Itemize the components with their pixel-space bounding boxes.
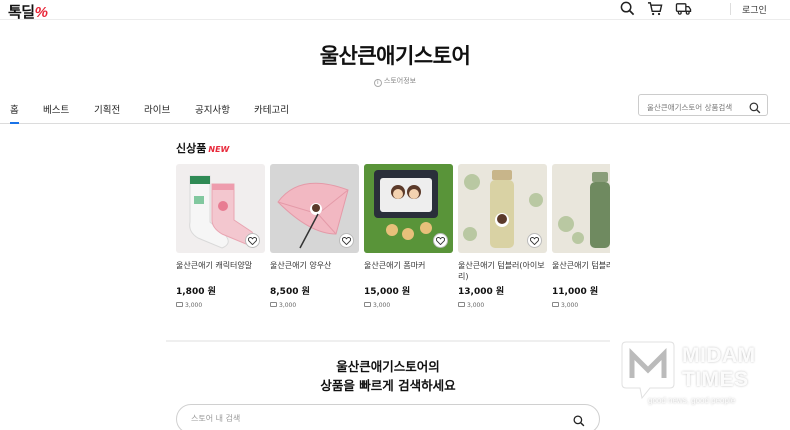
shipping-fee: 3,000 xyxy=(279,302,297,309)
wishlist-heart-icon[interactable] xyxy=(339,233,354,248)
watermark-tagline: good news, good people xyxy=(648,396,736,405)
store-info-label: 스토어정보 xyxy=(383,77,417,85)
search-icon[interactable] xyxy=(749,99,761,118)
product-card[interactable]: 울산큰애기 텀블러 11,000 원 3,000 xyxy=(552,164,610,309)
header-divider xyxy=(730,3,731,15)
wishlist-heart-icon[interactable] xyxy=(433,233,448,248)
product-price: 11,000 원 xyxy=(552,287,599,297)
product-card[interactable]: 울산큰애기 텀블러(아이보리) 13,000 원 3,000 xyxy=(458,164,547,309)
shipping-fee: 3,000 xyxy=(467,302,485,309)
search-heading-line2: 상품을 빠르게 검색하세요 xyxy=(320,378,456,393)
store-search-input[interactable] xyxy=(639,97,747,118)
watermark-line1: MIDAM xyxy=(682,344,756,367)
new-badge: NEW xyxy=(208,145,230,154)
watermark: MIDAM TIMES good news, good people xyxy=(620,338,790,412)
product-image-socks[interactable] xyxy=(176,164,265,253)
product-name[interactable]: 울산큰애기 양우산 xyxy=(270,260,359,282)
shipping-truck-icon xyxy=(552,302,559,307)
shipping-fee: 3,000 xyxy=(561,302,579,309)
store-title: 울산큰애기스토어 xyxy=(319,44,471,68)
new-products-label: 신상품 xyxy=(176,142,207,155)
product-price: 1,800 원 xyxy=(176,287,216,297)
product-card[interactable]: 울산큰애기 양우산 8,500 원 3,000 xyxy=(270,164,359,309)
store-info-link[interactable]: i 스토어정보 xyxy=(0,76,790,87)
in-store-search-box xyxy=(176,404,600,430)
product-shipping: 3,000 xyxy=(364,302,453,309)
product-name[interactable]: 울산큰애기 텀블러 xyxy=(552,260,610,282)
shipping-fee: 3,000 xyxy=(373,302,391,309)
product-card[interactable]: 울산큰애기 캐릭터양말 1,800 원 3,000 xyxy=(176,164,265,309)
product-image-pin-set[interactable] xyxy=(364,164,453,253)
info-icon: i xyxy=(373,79,382,87)
wishlist-heart-icon[interactable] xyxy=(245,233,260,248)
tab-notice[interactable]: 공지사항 xyxy=(195,102,230,124)
delivery-truck-icon[interactable] xyxy=(675,1,692,16)
tab-live[interactable]: 라이브 xyxy=(144,102,170,124)
tab-home[interactable]: 홈 xyxy=(10,102,19,124)
logo-text: 톡딜 xyxy=(8,4,35,21)
product-image-tumbler-ivory[interactable] xyxy=(458,164,547,253)
product-name[interactable]: 울산큰애기 텀블러(아이보리) xyxy=(458,260,547,282)
search-icon[interactable] xyxy=(573,412,585,430)
tab-category[interactable]: 카테고리 xyxy=(254,102,289,124)
shipping-truck-icon xyxy=(458,302,465,307)
product-shipping: 3,000 xyxy=(270,302,359,309)
new-products-carousel: 울산큰애기 캐릭터양말 1,800 원 3,000 울산큰애기 양우산 8,50… xyxy=(176,164,610,314)
product-shipping: 3,000 xyxy=(458,302,547,309)
product-price: 13,000 원 xyxy=(458,287,505,297)
cart-icon[interactable] xyxy=(647,1,663,16)
section-divider xyxy=(166,340,610,342)
product-image-tumbler-green[interactable] xyxy=(552,164,610,253)
brand-logo[interactable]: 톡딜% xyxy=(8,1,48,22)
logo-mark: % xyxy=(34,4,48,21)
watermark-line2: TIMES xyxy=(682,368,749,391)
product-shipping: 3,000 xyxy=(176,302,265,309)
login-link[interactable]: 로그인 xyxy=(742,3,767,16)
shipping-truck-icon xyxy=(270,302,277,307)
product-shipping: 3,000 xyxy=(552,302,610,309)
tab-best[interactable]: 베스트 xyxy=(43,102,69,124)
product-price: 15,000 원 xyxy=(364,287,411,297)
shipping-truck-icon xyxy=(364,302,371,307)
shipping-fee: 3,000 xyxy=(185,302,203,309)
shipping-truck-icon xyxy=(176,302,183,307)
product-card[interactable]: 울산큰애기 폼마커 15,000 원 3,000 xyxy=(364,164,453,309)
wishlist-heart-icon[interactable] xyxy=(527,233,542,248)
search-heading-line1: 울산큰애기스토어의 xyxy=(336,359,440,374)
product-name[interactable]: 울산큰애기 폼마커 xyxy=(364,260,453,282)
in-store-search-input[interactable] xyxy=(177,405,557,430)
top-bar: 톡딜% 로그인 xyxy=(0,0,790,22)
watermark-logo-icon xyxy=(621,341,675,400)
product-name[interactable]: 울산큰애기 캐릭터양말 xyxy=(176,260,265,282)
product-price: 8,500 원 xyxy=(270,287,310,297)
new-products-title: 신상품 NEW xyxy=(176,140,229,156)
store-search-box xyxy=(638,94,768,118)
product-image-umbrella[interactable] xyxy=(270,164,359,253)
search-icon[interactable] xyxy=(620,1,635,16)
search-heading: 울산큰애기스토어의 상품을 빠르게 검색하세요 xyxy=(166,357,610,395)
tab-exhibition[interactable]: 기획전 xyxy=(94,102,120,124)
